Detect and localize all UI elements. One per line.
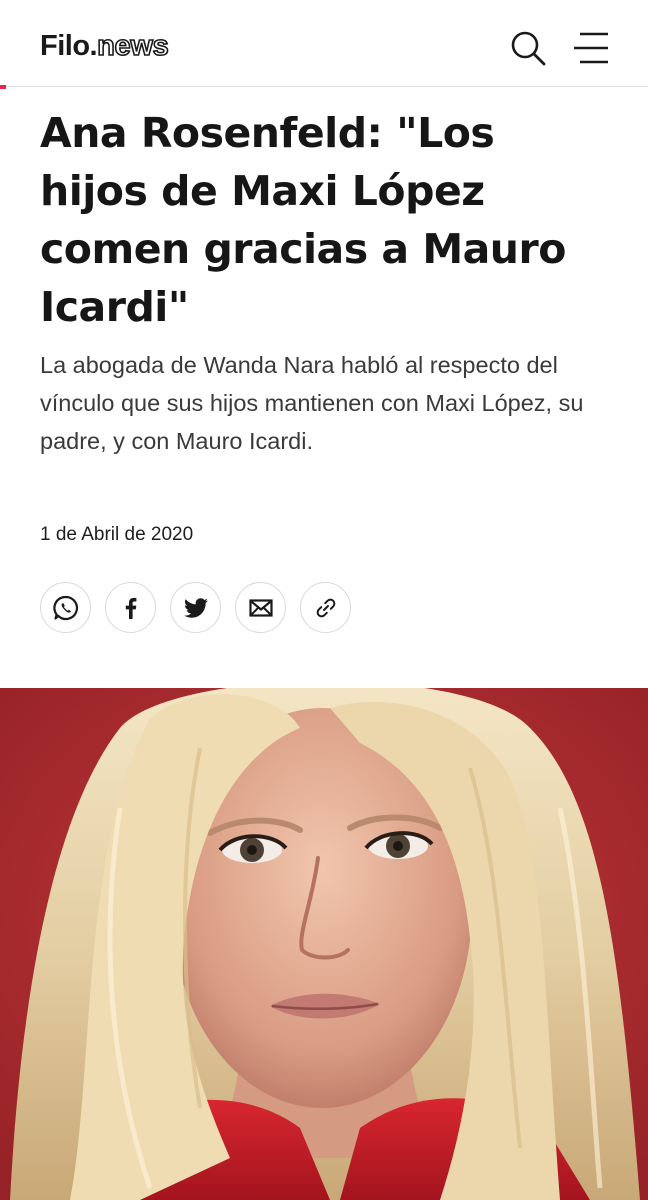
site-logo[interactable]: Filo. news [40, 29, 170, 70]
article-title: Ana Rosenfeld: "Los hijos de Maxi López … [40, 109, 566, 331]
hero-image[interactable] [0, 688, 648, 1200]
menu-button[interactable] [570, 26, 614, 70]
logo-main-text: Filo. [40, 30, 98, 62]
share-whatsapp-button[interactable] [40, 582, 91, 633]
link-icon [316, 598, 335, 617]
share-bar [40, 582, 351, 633]
twitter-icon [183, 597, 208, 618]
article-subtitle: La abogada de Wanda Nara habló al respec… [40, 352, 584, 454]
search-icon [511, 31, 546, 66]
header-divider [0, 86, 648, 87]
share-email-button[interactable] [235, 582, 286, 633]
facebook-icon [125, 597, 136, 619]
whatsapp-icon [52, 595, 78, 620]
share-twitter-button[interactable] [170, 582, 221, 633]
email-icon [248, 598, 273, 617]
share-facebook-button[interactable] [105, 582, 156, 633]
hamburger-menu-icon [574, 32, 608, 64]
article-date: 1 de Abril de 2020 [40, 524, 194, 545]
search-button[interactable] [506, 26, 550, 70]
site-header: Filo. news [0, 0, 648, 89]
header-accent-mark [0, 85, 6, 89]
portrait-photo [0, 688, 648, 1200]
logo-sub-text: news [96, 29, 169, 63]
share-link-button[interactable] [300, 582, 351, 633]
